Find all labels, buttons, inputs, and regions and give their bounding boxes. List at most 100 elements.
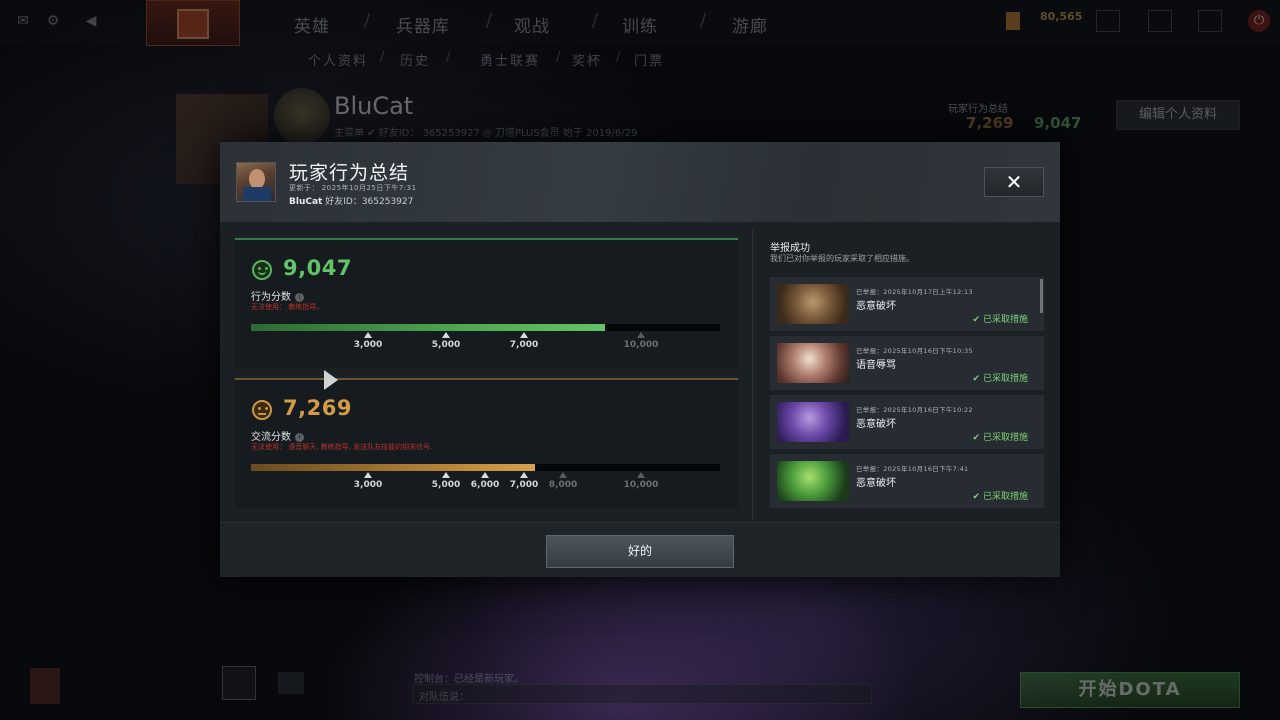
report-reason: 语音辱骂 [856, 360, 896, 371]
score-threshold-marker [481, 472, 489, 478]
battlepass-icon[interactable] [222, 666, 256, 700]
info-icon[interactable]: i [295, 432, 304, 442]
subnav-profile[interactable]: 个人资料 [308, 50, 368, 69]
bg-behavior-score: 9,047 [1034, 114, 1082, 132]
score-threshold-label: 7,000 [509, 340, 539, 350]
console-status: 控制台：已经是新玩家。 [414, 674, 524, 685]
behavior-restriction-note: 无法使用： 教练指导。 [251, 303, 324, 311]
score-threshold-marker [637, 472, 645, 478]
profile-name: BluCat [334, 92, 414, 120]
bg-comm-score: 7,269 [966, 114, 1014, 132]
report-date: 已举报：2025年10月16日下午10:35 [856, 347, 973, 355]
bottom-avatar[interactable] [30, 668, 60, 704]
subnav-trophies[interactable]: 奖杯 [572, 50, 602, 69]
back-icon[interactable]: ◀ [82, 12, 100, 30]
store-icon[interactable] [1096, 10, 1120, 32]
score-threshold-marker [637, 332, 645, 338]
communication-score-panel: 7,269 交流分数 i 无法使用： 语音聊天, 教练指导, 发送队友技能的相关信… [235, 378, 738, 508]
party-icon[interactable] [278, 672, 304, 694]
report-reason: 恶意破坏 [856, 301, 896, 312]
score-threshold-label: 6,000 [470, 480, 500, 490]
behavior-score-bar [251, 324, 720, 331]
score-threshold-label: 3,000 [353, 340, 383, 350]
score-threshold-label: 7,000 [509, 480, 539, 490]
plus-icon[interactable] [1198, 10, 1222, 32]
communication-score-label: 交流分数 i [251, 428, 304, 443]
nav-heroes[interactable]: 英雄 [294, 12, 330, 37]
reports-title: 举报成功 [770, 243, 810, 254]
chat-input[interactable]: 对队伍说： [412, 684, 872, 704]
check-icon: ✔ [972, 492, 980, 502]
rank-medal-icon [274, 88, 330, 144]
reports-subtitle: 我们已对你举报的玩家采取了相应措施。 [770, 254, 914, 263]
behavior-score-panel: 9,047 行为分数 i 无法使用： 教练指导。 3,000 5,000 7,000 1… [235, 238, 738, 368]
report-item[interactable]: 已举报：2025年10月16日下午7:41 恶意破坏 ✔ 已采取措施 [770, 454, 1044, 508]
score-threshold-marker [520, 472, 528, 478]
behavior-summary-label: 玩家行为总结 [948, 104, 1008, 115]
report-item[interactable]: 已举报：2025年10月16日下午10:22 恶意破坏 ✔ 已采取措施 [770, 395, 1044, 449]
hero-portrait [777, 284, 849, 324]
communication-score-bar [251, 464, 720, 471]
score-threshold-label: 10,000 [623, 480, 659, 490]
check-icon: ✔ [972, 374, 980, 384]
settings-icon[interactable]: ⚙ [44, 12, 62, 30]
start-dota-button[interactable]: 开始DOTA [1020, 672, 1240, 708]
report-status: ✔ 已采取措施 [972, 315, 1028, 325]
nav-watch[interactable]: 观战 [514, 12, 550, 37]
score-threshold-label: 8,000 [548, 480, 578, 490]
score-threshold-marker [559, 472, 567, 478]
ok-button[interactable]: 好的 [546, 535, 734, 568]
hero-portrait [777, 343, 849, 383]
neutral-face-icon [252, 400, 272, 420]
report-status: ✔ 已采取措施 [972, 492, 1028, 502]
communication-score-bar-fill [251, 464, 535, 471]
mail-icon[interactable]: ✉ [14, 12, 32, 30]
score-threshold-marker [364, 332, 372, 338]
info-icon[interactable]: i [295, 292, 304, 302]
hero-portrait [777, 402, 849, 442]
report-date: 已举报：2025年10月16日下午7:41 [856, 465, 969, 473]
mouse-cursor-icon [324, 370, 338, 390]
communication-restriction-note: 无法使用： 语音聊天, 教练指导, 发送队友技能的相关信号. [251, 443, 433, 451]
behavior-score-label: 行为分数 i [251, 288, 304, 303]
report-item[interactable]: 已举报：2025年10月17日上午12:13 恶意破坏 ✔ 已采取措施 [770, 277, 1044, 331]
subnav-history[interactable]: 历史 [400, 50, 430, 69]
report-list[interactable]: 已举报：2025年10月17日上午12:13 恶意破坏 ✔ 已采取措施 已举报：2… [770, 277, 1045, 508]
dota-logo-button[interactable] [146, 0, 240, 46]
report-reason: 恶意破坏 [856, 419, 896, 430]
behavior-score-bar-fill [251, 324, 605, 331]
score-threshold-label: 10,000 [623, 340, 659, 350]
report-item[interactable]: 已举报：2025年10月16日下午10:35 语音辱骂 ✔ 已采取措施 [770, 336, 1044, 390]
score-threshold-label: 3,000 [353, 480, 383, 490]
nav-armory[interactable]: 兵器库 [396, 12, 450, 37]
score-threshold-label: 5,000 [431, 480, 461, 490]
subnav-battlecup[interactable]: 勇士联赛 [480, 50, 540, 69]
report-reason: 恶意破坏 [856, 478, 896, 489]
score-threshold-marker [442, 332, 450, 338]
power-icon[interactable]: ⏻ [1248, 10, 1270, 32]
subnav-tickets[interactable]: 门票 [634, 50, 664, 69]
currency-amount: 80,565 [1040, 10, 1083, 23]
edit-profile-button[interactable]: 编辑个人资料 [1116, 100, 1240, 130]
profile-meta: 主菜单 ✔ 好友ID： 365253927 ◎ 刀塔PLUS会员 始于 2019… [334, 128, 638, 139]
smiley-face-icon [252, 260, 272, 280]
modal-footer: 好的 [220, 522, 1060, 577]
check-icon: ✔ [972, 433, 980, 443]
nav-arcade[interactable]: 游廊 [732, 12, 768, 37]
report-status: ✔ 已采取措施 [972, 374, 1028, 384]
score-threshold-marker [364, 472, 372, 478]
behavior-score-value: 9,047 [283, 256, 352, 280]
top-nav-bar: ✉ ⚙ ◀ 英雄 / 兵器库 / 观战 / 训练 / 游廊 80,565 ⏻ [0, 0, 1280, 46]
content-divider [752, 230, 753, 520]
modal-content: 9,047 行为分数 i 无法使用： 教练指导。 3,000 5,000 7,000 1… [220, 142, 1060, 577]
report-date: 已举报：2025年10月16日下午10:22 [856, 406, 973, 414]
shield-icon[interactable] [1148, 10, 1172, 32]
report-list-scrollbar[interactable] [1040, 279, 1043, 313]
check-icon: ✔ [972, 315, 980, 325]
report-status: ✔ 已采取措施 [972, 433, 1028, 443]
report-date: 已举报：2025年10月17日上午12:13 [856, 288, 973, 296]
score-threshold-marker [442, 472, 450, 478]
nav-learn[interactable]: 训练 [622, 12, 658, 37]
communication-score-value: 7,269 [283, 396, 352, 420]
score-threshold-marker [520, 332, 528, 338]
